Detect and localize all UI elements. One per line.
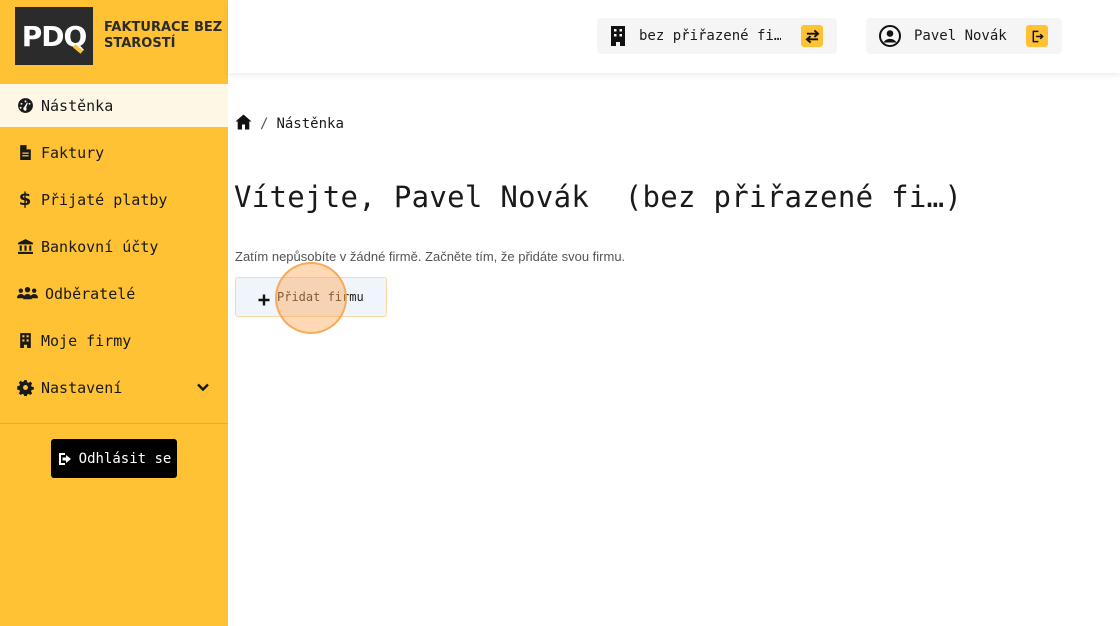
sidebar-item-nastaveni[interactable]: Nastavení: [0, 366, 228, 409]
current-company: bez přiřazené fi…: [639, 28, 781, 44]
user-avatar-icon: [879, 25, 901, 47]
sidebar-item-faktury[interactable]: Faktury: [0, 131, 228, 174]
file-icon: [16, 144, 34, 162]
add-company-button[interactable]: Přidat firmu: [235, 277, 387, 317]
breadcrumb: / Nástěnka: [235, 114, 344, 134]
logout-icon: [58, 452, 71, 465]
brand-name: FAKTURACE BEZ STAROSTÍ: [104, 20, 223, 51]
sidebar-item-label: Odběratelé: [45, 284, 136, 303]
building-icon: [16, 332, 34, 350]
building-icon: [610, 26, 626, 46]
gear-icon: [16, 379, 34, 397]
dollar-icon: $: [18, 189, 32, 210]
company-switcher[interactable]: bez přiřazené fi…: [597, 18, 837, 54]
brand[interactable]: PDQ FAKTURACE BEZ STAROSTÍ: [15, 7, 224, 65]
user-name: Pavel Novák: [914, 28, 1007, 44]
sidebar-item-prijate-platby[interactable]: $ Přijaté platby: [0, 178, 228, 221]
dashboard-icon: [16, 97, 34, 115]
logout-button[interactable]: Odhlásit se: [51, 439, 177, 478]
page-title: Vítejte, Pavel Novák (bez přiřazené fi…): [234, 180, 963, 214]
bank-icon: [16, 238, 34, 256]
sidebar-item-bankovni-ucty[interactable]: Bankovní účty: [0, 225, 228, 268]
sidebar-nav: Nástěnka Faktury $ Přijaté platby Bankov…: [0, 84, 228, 413]
sidebar-item-moje-firmy[interactable]: Moje firmy: [0, 319, 228, 362]
sidebar: PDQ FAKTURACE BEZ STAROSTÍ Nástěnka Fakt…: [0, 0, 228, 626]
sidebar-item-nastenka[interactable]: Nástěnka: [0, 84, 228, 127]
header-logout-button[interactable]: [1026, 25, 1048, 47]
breadcrumb-current: Nástěnka: [276, 116, 344, 132]
sidebar-item-label: Faktury: [41, 143, 105, 162]
home-icon[interactable]: [235, 114, 252, 134]
add-company-label: Přidat firmu: [277, 290, 364, 304]
logout-label: Odhlásit se: [78, 450, 172, 467]
logout-icon: [1032, 30, 1044, 42]
user-menu[interactable]: Pavel Novák: [866, 18, 1062, 54]
swap-icon: [804, 29, 820, 43]
breadcrumb-separator: /: [260, 116, 269, 132]
sidebar-item-label: Nastavení: [41, 378, 123, 397]
no-company-message: Zatím nepůsobíte v žádné firmě. Začněte …: [235, 249, 626, 264]
sidebar-item-odberatele[interactable]: Odběratelé: [0, 272, 228, 315]
sidebar-item-label: Nástěnka: [41, 96, 114, 115]
users-icon: [16, 285, 38, 303]
sidebar-item-label: Bankovní účty: [41, 237, 159, 256]
chevron-down-icon[interactable]: [196, 380, 210, 398]
plus-icon: [258, 291, 270, 306]
sidebar-item-label: Moje firmy: [41, 331, 132, 350]
sidebar-item-label: Přijaté platby: [41, 190, 168, 209]
logo: PDQ: [15, 7, 93, 65]
sidebar-divider: [0, 423, 228, 424]
switch-company-button[interactable]: [801, 25, 823, 47]
topbar: bez přiřazené fi… Pavel Novák: [228, 0, 1120, 73]
